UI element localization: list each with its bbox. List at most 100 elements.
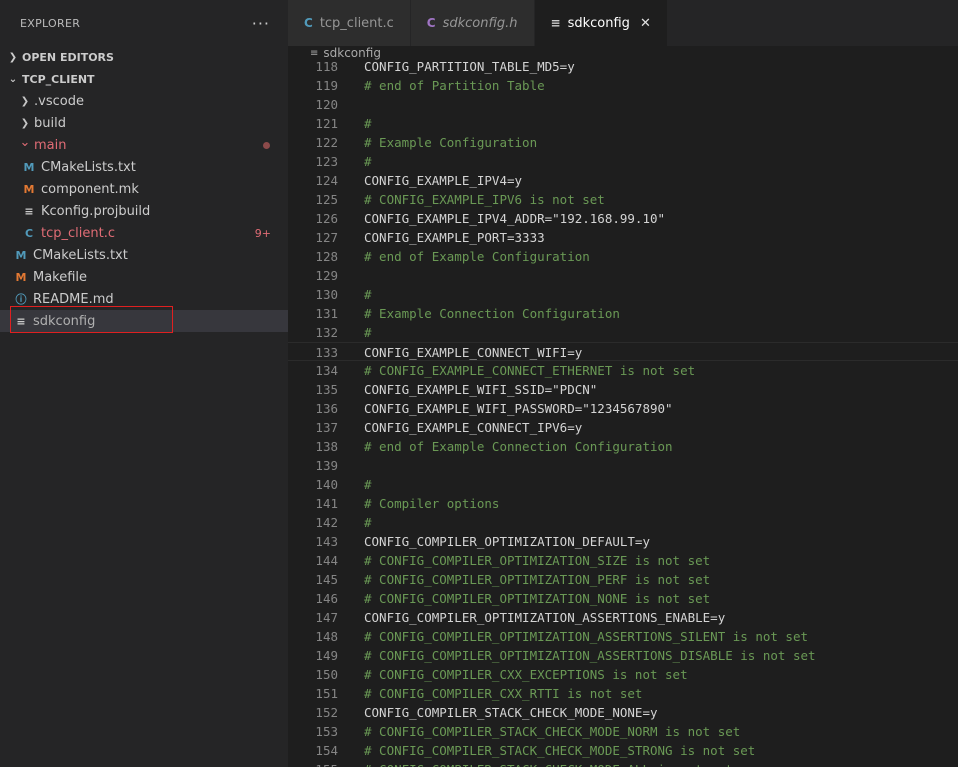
code-line[interactable]: 148 # CONFIG_COMPILER_OPTIMIZATION_ASSERT… <box>288 627 958 646</box>
code-line[interactable]: 138 # end of Example Connection Configura… <box>288 437 958 456</box>
code-line[interactable]: 128 # end of Example Configuration <box>288 247 958 266</box>
code-line[interactable]: 147 CONFIG_COMPILER_OPTIMIZATION_ASSERTIO… <box>288 608 958 627</box>
open-editors-section[interactable]: ❯ OPEN EDITORS <box>0 46 288 68</box>
code-line[interactable]: 146 # CONFIG_COMPILER_OPTIMIZATION_NONE i… <box>288 589 958 608</box>
code-line[interactable]: 122 # Example Configuration <box>288 133 958 152</box>
tree-file[interactable]: M Makefile <box>0 266 288 288</box>
close-icon[interactable]: ✕ <box>640 16 651 31</box>
line-number: 155 <box>288 760 338 767</box>
tree-item-label: Kconfig.projbuild <box>41 203 151 219</box>
line-text: # CONFIG_COMPILER_CXX_RTTI is not set <box>364 686 643 701</box>
code-line[interactable]: 132 # <box>288 323 958 342</box>
code-line[interactable]: 120 <box>288 95 958 114</box>
line-number: 121 <box>315 116 338 131</box>
code-line[interactable]: 151 # CONFIG_COMPILER_CXX_RTTI is not set <box>288 684 958 703</box>
line-number: 130 <box>315 287 338 302</box>
line-number: 132 <box>315 325 338 340</box>
line-number: 118 <box>315 59 338 74</box>
line-number: 151 <box>315 686 338 701</box>
code-line[interactable]: 134 # CONFIG_EXAMPLE_CONNECT_ETHERNET is … <box>288 361 958 380</box>
code-line[interactable]: 155 # CONFIG_COMPILER_STACK_CHECK_MODE_AL… <box>288 760 958 767</box>
code-line[interactable]: 149 # CONFIG_COMPILER_OPTIMIZATION_ASSERT… <box>288 646 958 665</box>
code-editor[interactable]: 118 CONFIG_PARTITION_TABLE_MD5=y 119 # end … <box>288 57 958 767</box>
code-line[interactable]: 137 CONFIG_EXAMPLE_CONNECT_IPV6=y <box>288 418 958 437</box>
code-line[interactable]: 154 # CONFIG_COMPILER_STACK_CHECK_MODE_ST… <box>288 741 958 760</box>
tree-item-label: component.mk <box>41 181 139 197</box>
code-line[interactable]: 131 # Example Connection Configuration <box>288 304 958 323</box>
line-text: # end of Example Configuration <box>364 249 590 264</box>
code-line[interactable]: 136 CONFIG_EXAMPLE_WIFI_PASSWORD="1234567… <box>288 399 958 418</box>
code-line[interactable]: 145 # CONFIG_COMPILER_OPTIMIZATION_PERF i… <box>288 570 958 589</box>
line-number: 143 <box>315 534 338 549</box>
code-line[interactable]: 140 # <box>288 475 958 494</box>
project-section[interactable]: ⌄ TCP_CLIENT <box>0 68 288 90</box>
tree-item-label: CMakeLists.txt <box>41 159 136 175</box>
code-line[interactable]: 127 CONFIG_EXAMPLE_PORT=3333 <box>288 228 958 247</box>
tree-item-label: main <box>34 137 67 153</box>
code-line[interactable]: 142 # <box>288 513 958 532</box>
tree-item-label: sdkconfig <box>33 313 96 329</box>
code-line[interactable]: 153 # CONFIG_COMPILER_STACK_CHECK_MODE_NO… <box>288 722 958 741</box>
tree-file[interactable]: M CMakeLists.txt <box>0 156 288 178</box>
code-line[interactable]: 139 <box>288 456 958 475</box>
code-line[interactable]: 126 CONFIG_EXAMPLE_IPV4_ADDR="192.168.99.… <box>288 209 958 228</box>
tab-sdkconfig[interactable]: ≡ sdkconfig ✕ <box>534 0 668 46</box>
more-actions-icon[interactable]: ··· <box>252 14 270 33</box>
line-text: CONFIG_PARTITION_TABLE_MD5=y <box>364 59 575 74</box>
line-text: # CONFIG_COMPILER_OPTIMIZATION_PERF is n… <box>364 572 711 587</box>
line-number: 122 <box>315 135 338 150</box>
code-line[interactable]: 133 CONFIG_EXAMPLE_CONNECT_WIFI=y <box>288 342 958 361</box>
code-line[interactable]: 150 # CONFIG_COMPILER_CXX_EXCEPTIONS is n… <box>288 665 958 684</box>
line-text: CONFIG_EXAMPLE_IPV4=y <box>364 173 523 188</box>
code-line[interactable]: 141 # Compiler options <box>288 494 958 513</box>
tab-tcp_client-c[interactable]: Ctcp_client.c <box>288 0 411 46</box>
line-text: # <box>364 116 372 131</box>
line-number: 128 <box>315 249 338 264</box>
tree-file[interactable]: Ctcp_client.c 9+ <box>0 222 288 244</box>
code-line[interactable]: 123 # <box>288 152 958 171</box>
code-line[interactable]: 129 <box>288 266 958 285</box>
code-line[interactable]: 121 # <box>288 114 958 133</box>
tree-folder[interactable]: ❯ .vscode <box>0 90 288 112</box>
line-number: 139 <box>315 458 338 473</box>
chevron-down-icon: ⌄ <box>8 73 18 85</box>
line-number: 141 <box>315 496 338 511</box>
line-number: 126 <box>315 211 338 226</box>
c-file-icon: C <box>24 226 34 240</box>
code-line[interactable]: 118 CONFIG_PARTITION_TABLE_MD5=y <box>288 57 958 76</box>
tree-file[interactable]: M CMakeLists.txt <box>0 244 288 266</box>
modified-dot-icon <box>263 141 270 149</box>
c-file-icon: C <box>304 16 313 30</box>
line-number: 135 <box>315 382 338 397</box>
line-number: 138 <box>315 439 338 454</box>
code-line[interactable]: 135 CONFIG_EXAMPLE_WIFI_SSID="PDCN" <box>288 380 958 399</box>
line-text: # end of Example Connection Configuratio… <box>364 439 673 454</box>
tree-file[interactable]: Mcomponent.mk <box>0 178 288 200</box>
line-number: 133 <box>315 345 338 360</box>
tab-sdkconfig-h[interactable]: Csdkconfig.h <box>410 0 535 46</box>
tree-folder[interactable]: ❯ build <box>0 112 288 134</box>
line-number: 127 <box>315 230 338 245</box>
tree-item-label: .vscode <box>34 93 84 109</box>
line-text: # <box>364 515 372 530</box>
code-line[interactable]: 152 CONFIG_COMPILER_STACK_CHECK_MODE_NONE… <box>288 703 958 722</box>
tree-file[interactable]: ⓘ README.md <box>0 288 288 310</box>
tab-label: sdkconfig.h <box>442 15 518 31</box>
markdown-m-icon: M <box>23 182 35 196</box>
code-line[interactable]: 119 # end of Partition Table <box>288 76 958 95</box>
code-line[interactable]: 143 CONFIG_COMPILER_OPTIMIZATION_DEFAULT=… <box>288 532 958 551</box>
tree-file[interactable]: ≡ Kconfig.projbuild <box>0 200 288 222</box>
tree-file[interactable]: ≡ sdkconfig <box>0 310 288 332</box>
code-line[interactable]: 144 # CONFIG_COMPILER_OPTIMIZATION_SIZE i… <box>288 551 958 570</box>
code-line[interactable]: 130 # <box>288 285 958 304</box>
code-line[interactable]: 125 # CONFIG_EXAMPLE_IPV6 is not set <box>288 190 958 209</box>
line-number: 142 <box>315 515 338 530</box>
tree-folder[interactable]: ⌄ main <box>0 134 288 156</box>
line-text: # CONFIG_COMPILER_OPTIMIZATION_ASSERTION… <box>364 629 809 644</box>
file-tree: ❯ .vscode ❯ build ⌄ main M CMakeLists.txt Mcompo… <box>0 90 288 332</box>
line-number: 120 <box>315 97 338 112</box>
code-line[interactable]: 124 CONFIG_EXAMPLE_IPV4=y <box>288 171 958 190</box>
line-text: CONFIG_COMPILER_OPTIMIZATION_DEFAULT=y <box>364 534 650 549</box>
chevron-right-icon: ❯ <box>8 51 18 63</box>
tab-label: sdkconfig <box>567 15 630 31</box>
